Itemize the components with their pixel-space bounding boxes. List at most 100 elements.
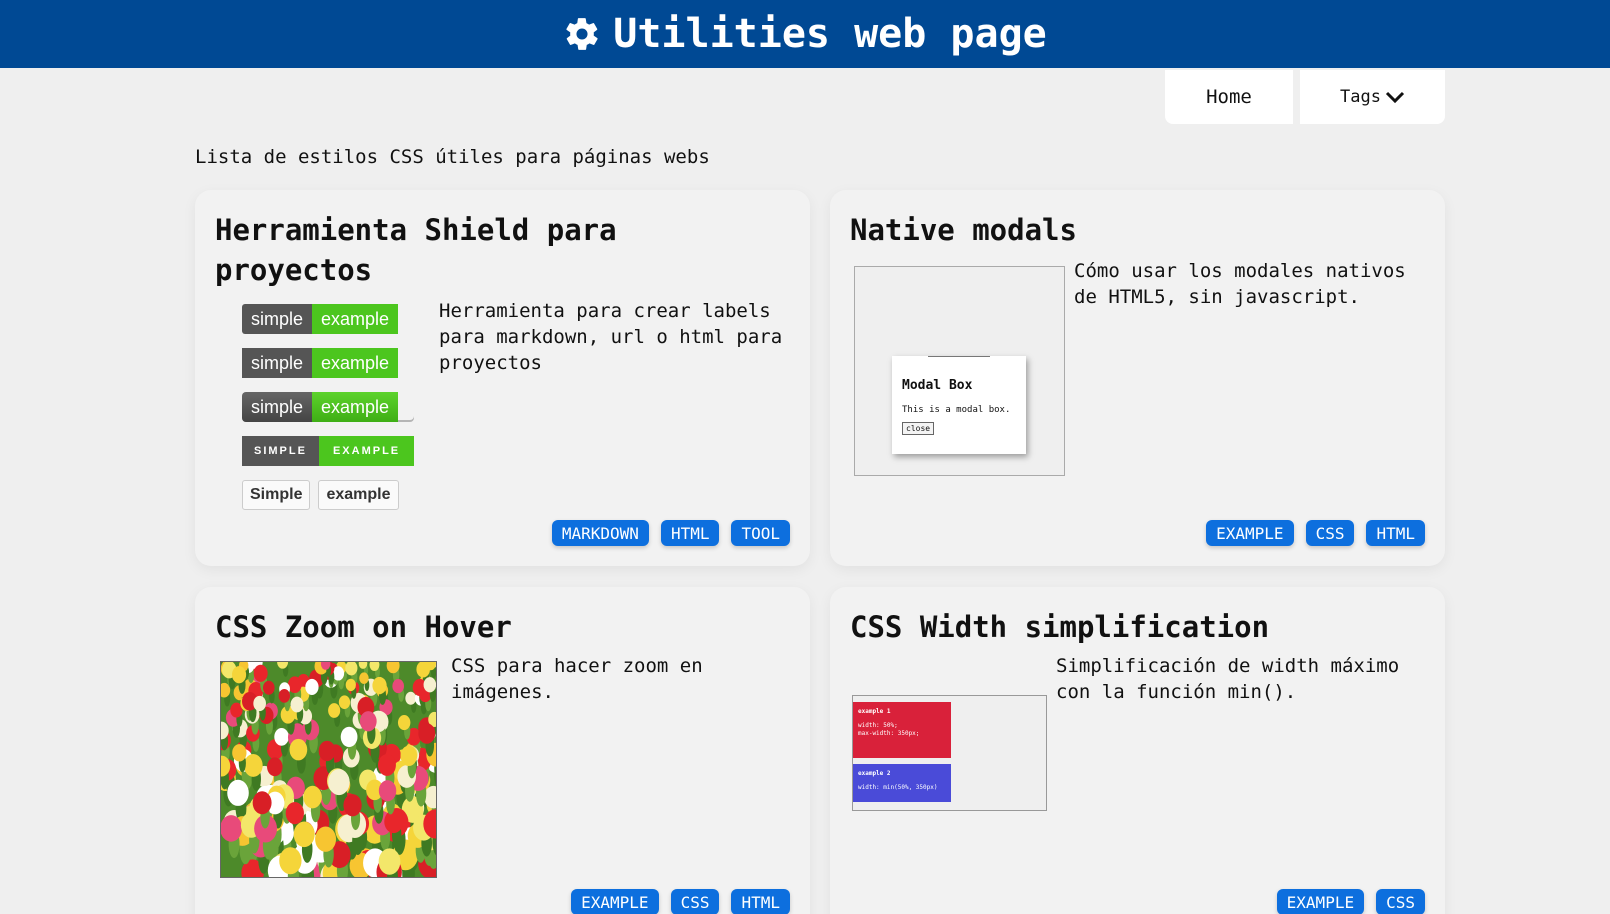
tulip-blossom <box>423 677 436 693</box>
width-example-1-line: width: 50%; <box>858 722 898 729</box>
tulip-blossom <box>305 678 319 695</box>
tulip-blossom <box>227 779 249 806</box>
tag-example[interactable]: EXAMPLE <box>571 889 659 914</box>
top-nav: Home Tags <box>1165 70 1445 124</box>
width-example-1: example 1 width: 50%; max-width: 350px; <box>853 702 951 758</box>
tulip-blossom <box>253 695 266 712</box>
tulip-blossom <box>285 802 304 825</box>
tag-css[interactable]: CSS <box>670 889 720 914</box>
card-title[interactable]: Herramienta Shield para proyectos <box>215 210 655 290</box>
width-preview-image: example 1 width: 50%; max-width: 350px; … <box>852 695 1047 811</box>
tag-css[interactable]: CSS <box>1305 520 1355 546</box>
card-tags: EXAMPLE CSS HTML <box>1206 520 1425 546</box>
tulip-blossom <box>303 785 322 809</box>
shield-badges-preview: simple example simple example simple exa… <box>242 304 415 524</box>
badge-flat: simple example <box>242 304 414 334</box>
badge-for-the-badge: SIMPLE EXAMPLE <box>242 436 415 466</box>
tulip-blossom <box>243 754 263 777</box>
width-example-2-title: example 2 <box>858 770 891 777</box>
nav-tags-dropdown[interactable]: Tags <box>1300 70 1445 124</box>
tulip-blossom <box>293 821 315 848</box>
tulip-blossom <box>290 696 304 713</box>
tag-html[interactable]: HTML <box>660 520 720 546</box>
card-description: Herramienta para crear labels para markd… <box>439 300 783 374</box>
tulip-blossom <box>278 688 291 703</box>
tulip-blossom <box>252 791 272 815</box>
card-title[interactable]: CSS Width simplification <box>850 607 1269 647</box>
tulip-blossom <box>378 848 401 875</box>
tulip-blossom <box>253 664 268 682</box>
badge-left: simple <box>242 392 313 422</box>
tulip-blossom <box>231 666 247 684</box>
tulip-blossom <box>232 744 247 762</box>
card-tags: EXAMPLE CSS HTML <box>571 889 790 914</box>
tulip-blossom <box>372 676 387 695</box>
tulip-blossom <box>418 723 436 744</box>
tulip-blossom <box>267 757 283 777</box>
tulip-blossom <box>400 745 418 766</box>
tulip-blossom <box>328 769 350 796</box>
tulip-blossom <box>359 672 369 684</box>
modal-close-button: close <box>902 422 935 435</box>
width-example-1-line: max-width: 350px; <box>858 730 920 737</box>
tag-example[interactable]: EXAMPLE <box>1276 889 1365 914</box>
tulip-blossom <box>338 695 351 710</box>
site-title-text: Utilities web page <box>613 11 1047 57</box>
tulip-blossom <box>328 703 341 718</box>
card-css-zoom[interactable]: CSS Zoom on Hover CSS para hacer zoom en… <box>195 587 810 914</box>
tag-html[interactable]: HTML <box>1366 520 1425 546</box>
tulip-blossom <box>405 691 417 705</box>
width-example-1-title: example 1 <box>858 708 891 715</box>
badge-left: SIMPLE <box>242 436 319 466</box>
tulip-blossom <box>287 676 302 694</box>
tulip-blossom <box>340 726 358 748</box>
tulip-blossom <box>274 728 289 746</box>
chevron-down-icon <box>1385 91 1405 104</box>
badge-plastic: simple example <box>242 392 414 422</box>
badge-right: EXAMPLE <box>318 436 415 466</box>
tulip-blossom <box>289 738 308 761</box>
tulip-blossom <box>315 826 337 852</box>
site-title[interactable]: Utilities web page <box>563 11 1047 57</box>
tulip-blossom <box>359 711 377 732</box>
badge-left: simple <box>242 304 313 334</box>
gear-icon <box>566 18 598 50</box>
tulip-blossom <box>221 815 243 842</box>
card-tags: MARKDOWN HTML TOOL <box>551 520 790 546</box>
tulips-image[interactable] <box>220 661 437 878</box>
modal-preview-image: Modal Box This is a modal box. close <box>854 266 1065 476</box>
tag-markdown[interactable]: MARKDOWN <box>551 520 649 546</box>
width-example-2: example 2 width: min(50%, 350px) <box>853 764 951 802</box>
tulip-blossom <box>345 678 356 692</box>
badge-right: example <box>312 348 399 378</box>
tulip-blossom <box>378 780 397 802</box>
tulip-blossom <box>392 679 405 694</box>
card-shield[interactable]: Herramienta Shield para proyectos simple… <box>195 190 810 566</box>
width-example-2-line: width: min(50%, 350px) <box>858 784 938 791</box>
badge-right: example <box>312 392 399 422</box>
tulip-blossom <box>384 810 404 834</box>
tag-example[interactable]: EXAMPLE <box>1206 520 1294 546</box>
intro-text: Lista de estilos CSS útiles para páginas… <box>195 146 710 168</box>
modal-title: Modal Box <box>902 378 973 393</box>
badge-flat-square: simple example <box>242 348 414 378</box>
card-title[interactable]: Native modals <box>850 210 1077 250</box>
tag-css[interactable]: CSS <box>1376 889 1425 914</box>
card-css-width[interactable]: CSS Width simplification example 1 width… <box>830 587 1445 914</box>
tag-tool[interactable]: TOOL <box>731 520 790 546</box>
card-title[interactable]: CSS Zoom on Hover <box>215 607 512 647</box>
tulip-blossom <box>343 794 362 817</box>
badge-right: example <box>312 304 399 334</box>
nav-home[interactable]: Home <box>1165 70 1293 124</box>
card-description: Simplificación de width máximo con la fu… <box>1056 655 1400 703</box>
card-native-modals[interactable]: Native modals Modal Box This is a modal … <box>830 190 1445 566</box>
card-description: Cómo usar los modales nativos de HTML5, … <box>1074 260 1406 308</box>
modal-box: Modal Box This is a modal box. close <box>892 356 1026 454</box>
nav-tags-label: Tags <box>1340 87 1381 107</box>
badge-left: Simple <box>242 480 311 510</box>
tag-html[interactable]: HTML <box>731 889 790 914</box>
tulip-blossom <box>279 847 302 875</box>
tulip-blossom <box>263 680 275 695</box>
tulip-blossom <box>378 754 396 776</box>
card-description: CSS para hacer zoom en imágenes. <box>451 655 703 703</box>
